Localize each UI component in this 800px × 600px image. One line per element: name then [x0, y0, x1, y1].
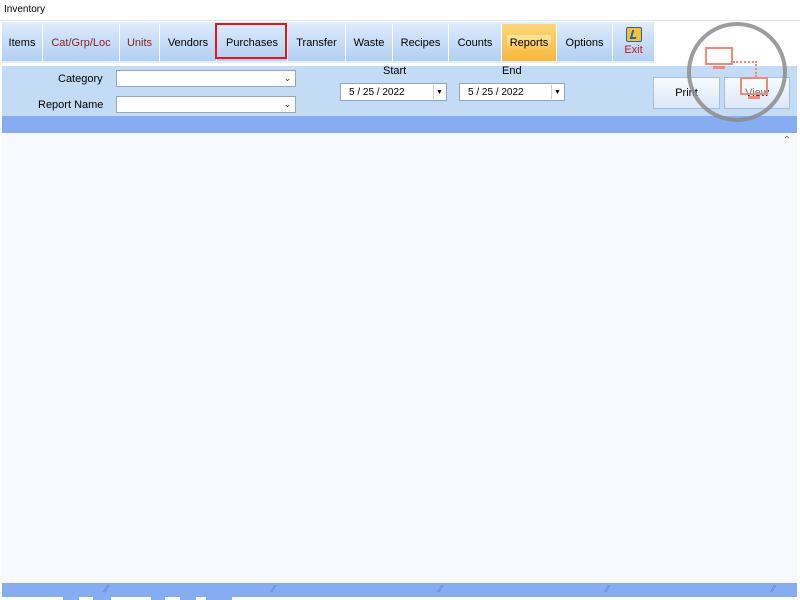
end-date-value: 5 / 25 / 2022 [468, 87, 524, 98]
tab-purchases[interactable]: Purchases [217, 24, 288, 61]
grip-icon: ⁄⁄ [105, 584, 109, 595]
window-titlebar: Inventory [0, 0, 800, 21]
tab-counts[interactable]: Counts [449, 24, 502, 61]
tab-exit-label: Exit [624, 44, 643, 56]
start-date-picker[interactable]: 5 / 25 / 2022 ▼ [340, 83, 447, 101]
monitor-screen [705, 47, 733, 65]
tab-recipes-label: Recipes [400, 36, 441, 49]
tab-reports[interactable]: Reports [502, 24, 557, 61]
bottom-status-bar: ⁄⁄ ⁄⁄ ⁄⁄ ⁄⁄ ⁄⁄ [2, 583, 797, 597]
tab-options[interactable]: Options [557, 24, 613, 61]
tab-reports-label: Reports [506, 34, 552, 51]
chevron-down-icon[interactable]: ⌄ [281, 98, 294, 111]
tab-units[interactable]: Units [120, 24, 160, 61]
tab-vendors-label: Vendors [167, 36, 209, 49]
tab-waste[interactable]: Waste [346, 24, 393, 61]
header-strip [2, 116, 797, 133]
tab-items-label: Items [8, 36, 36, 49]
tab-counts-label: Counts [457, 36, 493, 49]
view-button-label: View [745, 87, 769, 99]
print-button[interactable]: Print [653, 77, 720, 109]
start-date-value: 5 / 25 / 2022 [349, 87, 405, 98]
tab-waste-label: Waste [353, 36, 385, 49]
chevron-down-icon[interactable]: ⌄ [281, 72, 294, 85]
tab-transfer-label: Transfer [296, 36, 337, 49]
start-date-label: Start [383, 65, 407, 77]
category-label: Category [58, 73, 103, 85]
grip-icon: ⁄⁄ [439, 584, 443, 595]
tab-vendors[interactable]: Vendors [160, 24, 217, 61]
tab-exit[interactable]: Exit [613, 24, 655, 61]
report-name-select[interactable]: ⌄ [116, 96, 296, 113]
tab-units-label: Units [126, 36, 153, 49]
dropdown-arrow-icon[interactable]: ▼ [551, 85, 563, 99]
exit-door-icon [625, 27, 642, 42]
tab-transfer[interactable]: Transfer [288, 24, 346, 61]
grip-icon: ⁄⁄ [272, 584, 276, 595]
report-content-area[interactable]: ⌃ [2, 133, 797, 583]
scroll-up-icon[interactable]: ⌃ [783, 135, 791, 146]
tab-recipes[interactable]: Recipes [393, 24, 449, 61]
grip-icon: ⁄⁄ [772, 584, 776, 595]
report-name-label: Report Name [38, 99, 104, 111]
dropdown-arrow-icon[interactable]: ▼ [433, 85, 445, 99]
tab-cat-grp-loc-label: Cat/Grp/Loc [51, 36, 111, 49]
window-title: Inventory [4, 4, 46, 15]
view-button[interactable]: View [724, 77, 790, 109]
category-select[interactable]: ⌄ [116, 70, 296, 87]
tab-options-label: Options [565, 36, 604, 49]
tab-purchases-label: Purchases [226, 36, 278, 49]
grip-icon: ⁄⁄ [606, 584, 610, 595]
tab-items[interactable]: Items [2, 24, 43, 61]
print-button-label: Print [675, 87, 698, 99]
main-toolbar: Items Cat/Grp/Loc Units Vendors Purchase… [2, 22, 655, 63]
end-date-label: End [502, 65, 522, 77]
tab-cat-grp-loc[interactable]: Cat/Grp/Loc [43, 24, 120, 61]
end-date-picker[interactable]: 5 / 25 / 2022 ▼ [459, 83, 565, 101]
